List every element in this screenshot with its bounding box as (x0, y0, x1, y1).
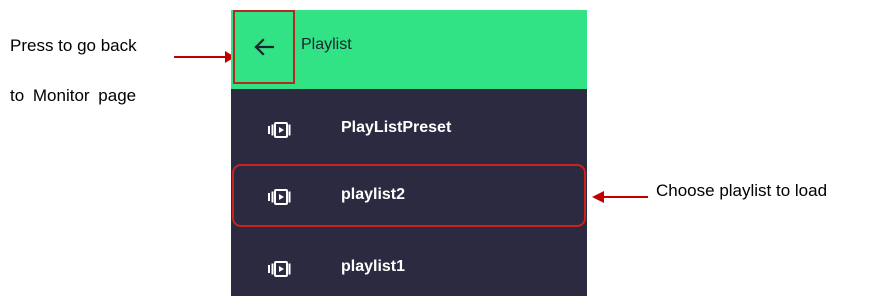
choose-annotation-leader (604, 196, 648, 198)
playlist-item-label: playlist1 (341, 258, 406, 275)
playlist-header: Playlist (231, 10, 587, 89)
page-title: Playlist (301, 36, 352, 53)
choose-annotation-arrowhead (592, 191, 604, 203)
video-reel-icon (267, 188, 293, 211)
back-button[interactable] (233, 10, 295, 84)
playlist-item-playlist1[interactable]: playlist1 (231, 238, 587, 296)
video-reel-icon (267, 260, 293, 283)
back-annotation-leader (174, 56, 226, 58)
playlist-item-playlistpreset[interactable]: PlayListPreset (231, 99, 587, 163)
video-reel-icon (267, 121, 293, 144)
playlist-panel: Playlist PlayListPreset playlist2 playli… (231, 10, 587, 296)
annotation-back-line-2: to Monitor page (10, 86, 137, 105)
playlist-item-label: playlist2 (341, 186, 406, 203)
annotation-back-line-1: Press to go back (10, 36, 137, 55)
annotation-choose-playlist: Choose playlist to load (656, 181, 828, 200)
playlist-item-label: PlayListPreset (341, 119, 452, 136)
arrow-left-icon (254, 38, 275, 56)
playlist-item-playlist2[interactable]: playlist2 (231, 166, 587, 230)
